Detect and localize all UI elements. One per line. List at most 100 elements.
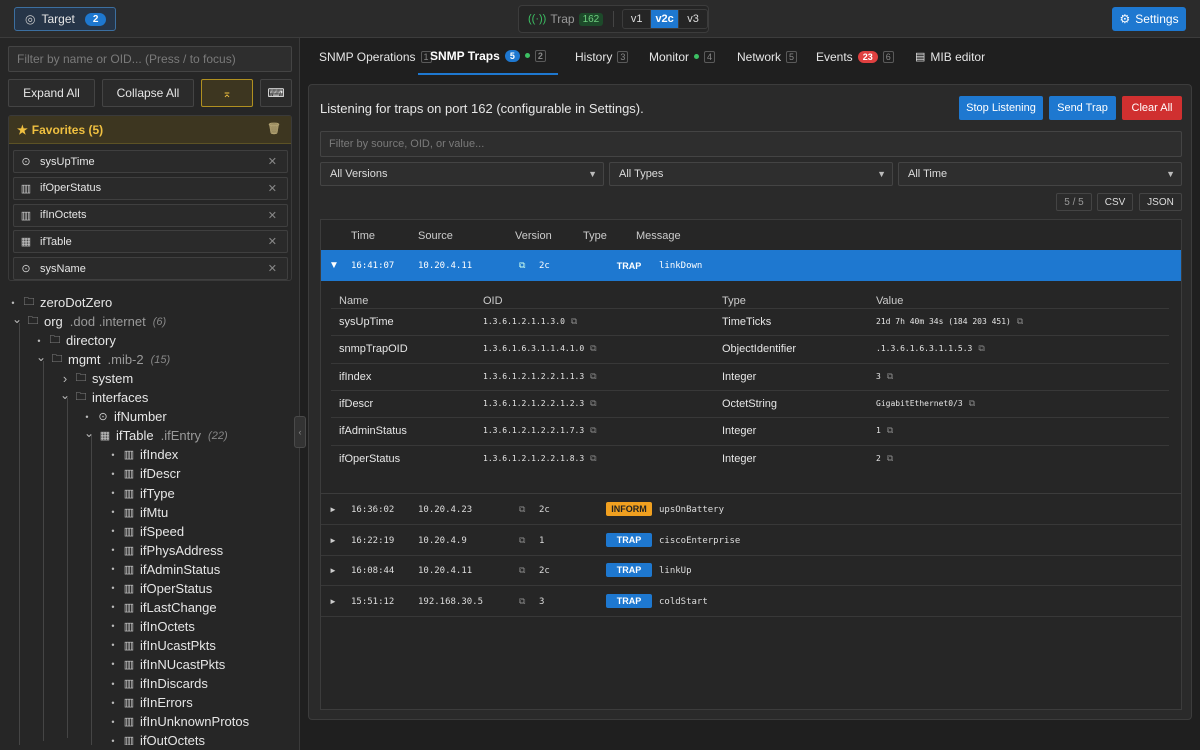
version-filter-select[interactable]: All Versions ▼ [320, 162, 604, 186]
sidebar-collapse-handle[interactable]: ‹ [294, 416, 306, 448]
tree-node[interactable]: • ▥ ifInUcastPkts [108, 636, 215, 655]
favorites-header[interactable]: ★ Favorites (5) 🗑 [9, 116, 291, 144]
column-header-source[interactable]: Source [418, 230, 453, 242]
version-v3[interactable]: v3 [679, 10, 707, 28]
table-row[interactable]: ► 16:08:44 10.20.4.11 ⧉ 2c TRAP linkUp [321, 555, 1181, 587]
chevron-down-icon[interactable]: ⌄ [36, 350, 46, 364]
tree-node[interactable]: • ▥ ifType [108, 484, 174, 503]
tree-node[interactable]: • ▥ ifInOctets [108, 617, 195, 636]
version-v2c[interactable]: v2c [651, 10, 680, 28]
tab-snmp-operations[interactable]: SNMP Operations 1 [319, 38, 432, 75]
table-row[interactable]: ► 16:36:02 10.20.4.23 ⧉ 2c INFORM upsOnBattery [321, 494, 1181, 525]
tree-node[interactable]: ⌄ 🗀 mgmt .mib-2 (15) [36, 350, 170, 369]
tab-snmp-traps[interactable]: SNMP Traps 5 2 [418, 38, 558, 75]
copy-icon[interactable]: ⧉ [590, 426, 596, 436]
type-filter-select[interactable]: All Types ▼ [609, 162, 893, 186]
tab-mib-editor[interactable]: ▤ MIB editor [915, 38, 985, 75]
tree-node[interactable]: • 🗀 zeroDotZero [8, 293, 112, 312]
copy-icon[interactable]: ⧉ [978, 344, 984, 354]
copy-icon[interactable]: ⧉ [887, 426, 893, 436]
table-row[interactable]: ► 15:51:12 192.168.30.5 ⧉ 3 TRAP coldStart [321, 586, 1181, 618]
tree-node[interactable]: • ▥ ifDescr [108, 464, 180, 483]
export-json-button[interactable]: JSON [1139, 193, 1182, 211]
copy-icon[interactable]: ⧉ [590, 372, 596, 382]
varbind-row[interactable]: ifDescr 1.3.6.1.2.1.2.2.1.2.3 ⧉ OctetString… [331, 389, 1169, 417]
mib-filter-input[interactable] [8, 46, 292, 72]
keyboard-button[interactable]: ⌨ [260, 79, 292, 107]
copy-icon[interactable]: ⧉ [887, 454, 893, 464]
copy-icon[interactable]: ⧉ [519, 565, 525, 576]
table-row[interactable]: ► 16:22:19 10.20.4.9 ⧉ 1 TRAP ciscoEnterprise [321, 525, 1181, 556]
tree-node[interactable]: • ▥ ifInErrors [108, 693, 192, 712]
chevron-down-icon[interactable]: ⌄ [84, 426, 94, 440]
copy-icon[interactable]: ⧉ [571, 317, 577, 327]
tree-node[interactable]: ⌄ 🗀 org .dod .internet (6) [12, 312, 166, 331]
collapse-all-button[interactable]: Collapse All [102, 79, 194, 107]
tree-node[interactable]: • ▥ ifPhysAddress [108, 541, 223, 560]
tab-monitor[interactable]: Monitor 4 [649, 38, 716, 75]
expand-row-icon[interactable]: ► [329, 505, 337, 514]
expand-row-icon[interactable]: ► [329, 536, 337, 545]
expand-row-icon[interactable]: ► [329, 597, 337, 606]
favorite-item[interactable]: ⊙ sysUpTime ✕ [13, 150, 288, 173]
collapse-row-icon[interactable]: ▼ [329, 260, 339, 271]
chevron-down-icon[interactable]: ⌄ [60, 388, 70, 402]
copy-icon[interactable]: ⧉ [590, 344, 596, 354]
varbind-row[interactable]: ifIndex 1.3.6.1.2.1.2.2.1.1.3 ⧉ Integer 3 ⧉ [331, 362, 1169, 390]
tab-history[interactable]: History 3 [575, 38, 629, 75]
column-header-version[interactable]: Version [515, 230, 552, 242]
column-header-time[interactable]: Time [351, 230, 375, 242]
tree-node[interactable]: • ▥ ifIndex [108, 445, 178, 464]
varbind-row[interactable]: sysUpTime 1.3.6.1.2.1.1.3.0 ⧉ TimeTicks 21d … [331, 308, 1169, 335]
tree-node[interactable]: › 🗀 system [60, 369, 133, 388]
favorite-item[interactable]: ▥ ifInOctets ✕ [13, 203, 288, 227]
varbind-row[interactable]: ifOperStatus 1.3.6.1.2.1.2.2.1.8.3 ⧉ Intege… [331, 444, 1169, 472]
expand-all-button[interactable]: Expand All [8, 79, 95, 107]
chevron-down-icon[interactable]: ⌄ [12, 312, 22, 326]
trap-filter-input[interactable] [320, 131, 1182, 157]
expand-row-icon[interactable]: ► [329, 566, 337, 575]
varbind-row[interactable]: ifAdminStatus 1.3.6.1.2.1.2.2.1.7.3 ⧉ Integ… [331, 417, 1169, 444]
tree-node[interactable]: • ▥ ifInNUcastPkts [108, 655, 225, 674]
copy-icon[interactable]: ⧉ [590, 454, 596, 464]
tree-node[interactable]: • ▥ ifAdminStatus [108, 560, 220, 579]
tree-node[interactable]: • ▥ ifInDiscards [108, 674, 208, 693]
varbind-row[interactable]: snmpTrapOID 1.3.6.1.6.3.1.1.4.1.0 ⧉ ObjectI… [331, 335, 1169, 362]
copy-icon[interactable]: ⧉ [1017, 317, 1023, 327]
stop-listening-button[interactable]: Stop Listening [959, 96, 1043, 120]
tab-events[interactable]: Events 23 6 [816, 38, 894, 75]
export-csv-button[interactable]: CSV [1097, 193, 1133, 211]
copy-icon[interactable]: ⧉ [519, 596, 525, 607]
favorite-item[interactable]: ▥ ifOperStatus ✕ [13, 176, 288, 200]
tree-node[interactable]: • ▥ ifSpeed [108, 522, 184, 541]
trash-icon[interactable]: 🗑 [267, 122, 281, 135]
tree-node[interactable]: • ▥ ifOperStatus [108, 579, 212, 598]
clear-all-button[interactable]: Clear All [1122, 96, 1182, 120]
close-icon[interactable]: ✕ [268, 209, 277, 222]
target-button[interactable]: ◎ Target 2 [14, 7, 116, 31]
tree-node[interactable]: • ▥ ifOutOctets [108, 731, 205, 745]
tree-node[interactable]: ⌄ ▦ ifTable .ifEntry (22) [84, 426, 228, 445]
tree-node[interactable]: • ▥ ifLastChange [108, 598, 216, 617]
tree-node[interactable]: • ▥ ifMtu [108, 503, 168, 522]
close-icon[interactable]: ✕ [268, 262, 277, 275]
favorite-item[interactable]: ⊙ sysName ✕ [13, 257, 288, 281]
settings-button[interactable]: ⚙ Settings [1112, 7, 1186, 31]
column-header-message[interactable]: Message [636, 230, 681, 242]
copy-icon[interactable]: ⧉ [519, 260, 525, 271]
copy-icon[interactable]: ⧉ [590, 399, 596, 409]
copy-icon[interactable]: ⧉ [519, 504, 525, 515]
close-icon[interactable]: ✕ [268, 155, 277, 168]
tree-node[interactable]: ⌄ 🗀 interfaces [60, 388, 148, 407]
tree-node[interactable]: • ⊙ ifNumber [82, 407, 166, 426]
version-v1[interactable]: v1 [623, 10, 652, 28]
tab-network[interactable]: Network 5 [737, 38, 798, 75]
copy-icon[interactable]: ⧉ [969, 399, 975, 409]
close-icon[interactable]: ✕ [268, 182, 277, 195]
collapse-favorites-button[interactable]: ⌅ [201, 79, 253, 107]
copy-icon[interactable]: ⧉ [887, 372, 893, 382]
copy-icon[interactable]: ⧉ [519, 535, 525, 546]
tree-node[interactable]: • ▥ ifInUnknownProtos [108, 712, 249, 731]
chevron-right-icon[interactable]: › [60, 371, 70, 386]
table-row[interactable]: ▼ 16:41:07 10.20.4.11 ⧉ 2c TRAP linkDown [321, 250, 1181, 281]
